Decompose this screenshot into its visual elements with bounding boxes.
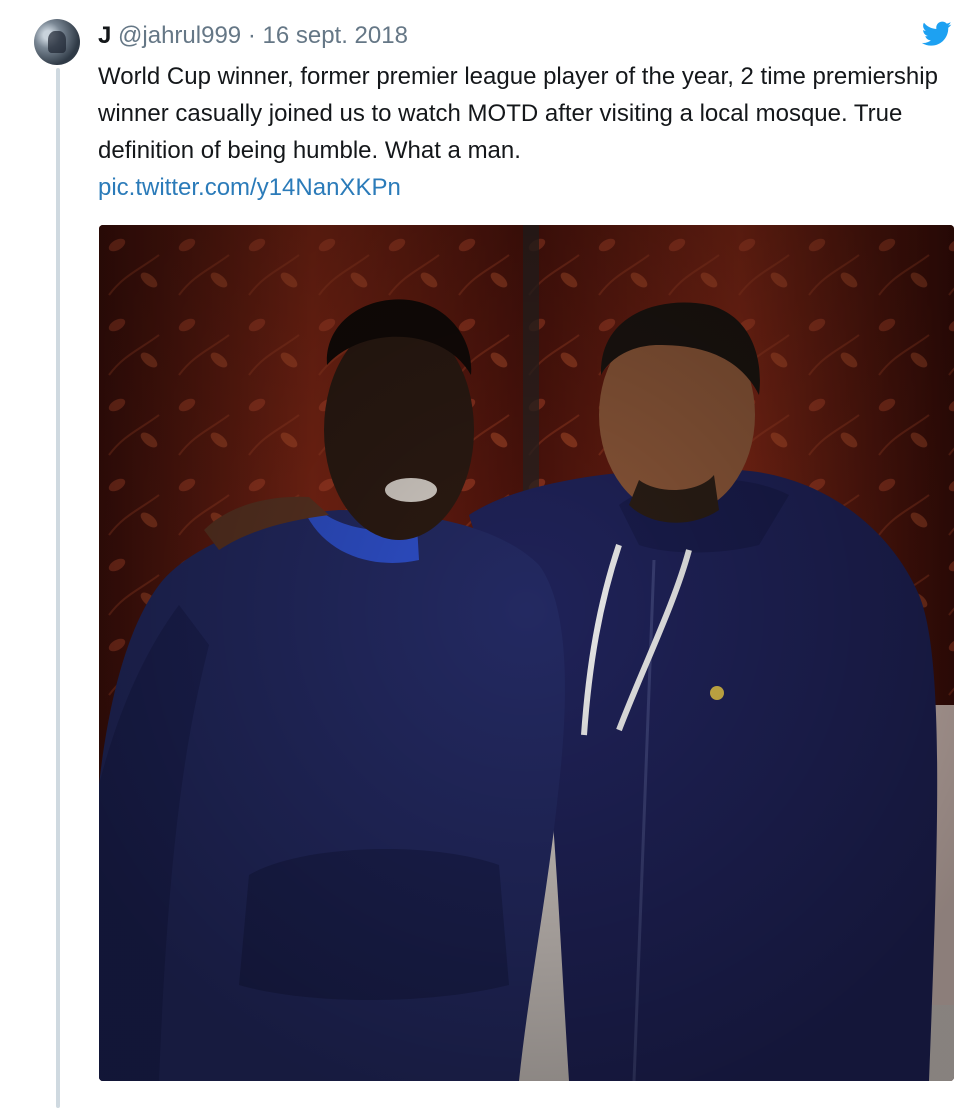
author-name[interactable]: J — [98, 22, 111, 49]
thread-connector-line — [56, 68, 60, 1108]
twitter-bird-icon[interactable] — [922, 21, 952, 47]
header-separator: · — [247, 22, 256, 49]
tweet-body-text: World Cup winner, former premier league … — [98, 63, 938, 164]
tweet-photo[interactable] — [99, 225, 954, 1081]
author-avatar[interactable] — [34, 19, 80, 65]
tweet-media-link[interactable]: pic.twitter.com/y14NanXKPn — [98, 169, 401, 206]
tweet-header: J @jahrul999 · 16 sept. 2018 — [98, 21, 408, 51]
tweet-date[interactable]: 16 sept. 2018 — [262, 22, 407, 49]
author-handle[interactable]: @jahrul999 — [118, 22, 241, 49]
